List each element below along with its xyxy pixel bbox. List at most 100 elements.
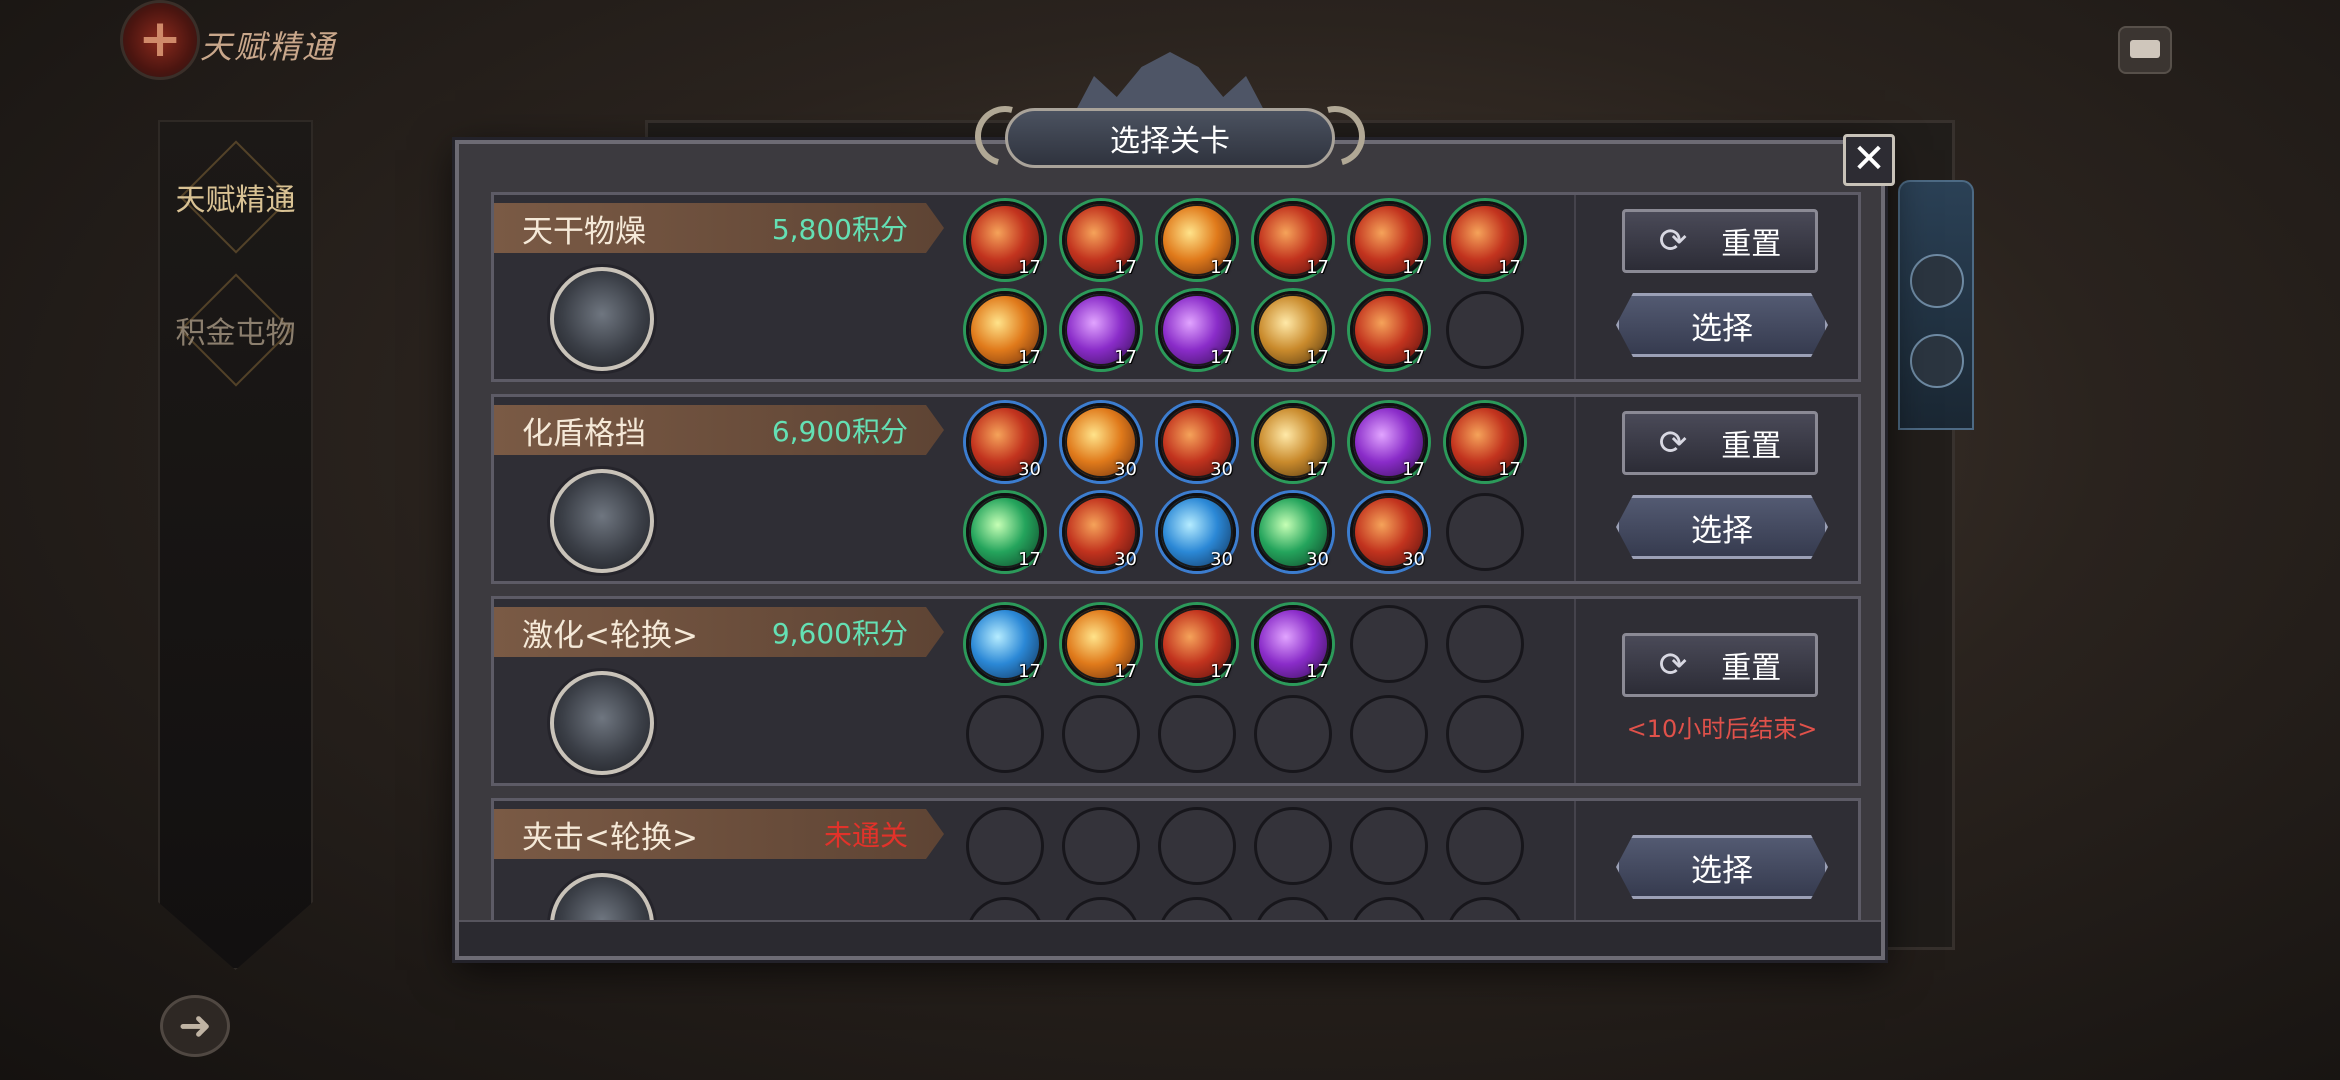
skill-level: 17 <box>1210 257 1233 278</box>
select-button[interactable]: 选择 <box>1616 835 1828 899</box>
skill-level: 17 <box>1402 347 1425 368</box>
stage-list[interactable]: 天干物燥 5,800积分 17 17 17 17 17 17 17 17 17 17 17 ⟳ 重置… <box>471 164 1871 924</box>
stage-name: 夹击<轮换> <box>522 819 698 856</box>
skill-level: 17 <box>1498 459 1521 480</box>
stage-name: 天干物燥 <box>522 213 646 250</box>
sidebar-tab-label: 天赋精通 <box>175 183 296 218</box>
stage-row: 化盾格挡 6,900积分 30 30 30 17 17 17 17 30 30 30 30 ⟳ 重置… <box>491 394 1861 584</box>
mail-icon[interactable] <box>2118 26 2172 74</box>
skill-level: 17 <box>1114 661 1137 682</box>
skill-level: 17 <box>1114 257 1137 278</box>
boss-portrait <box>550 469 654 573</box>
close-button[interactable]: ✕ <box>1843 134 1895 186</box>
skill-icon[interactable]: 17 <box>1446 403 1524 481</box>
stage-title-bar: 夹击<轮换> 未通关 <box>494 809 944 859</box>
skill-icon[interactable]: 17 <box>1158 201 1236 279</box>
empty-skill-slot <box>1446 695 1524 773</box>
skill-icon[interactable]: 30 <box>1350 493 1428 571</box>
dialog-footer <box>459 920 1881 956</box>
stage-row: 天干物燥 5,800积分 17 17 17 17 17 17 17 17 17 17 17 ⟳ 重置… <box>491 192 1861 382</box>
back-button[interactable]: ➜ <box>160 995 230 1057</box>
empty-skill-slot <box>1062 807 1140 885</box>
skill-level: 17 <box>1306 257 1329 278</box>
sidebar-tab-talent-mastery[interactable]: 天赋精通 <box>162 140 309 254</box>
close-icon: ✕ <box>1852 136 1886 182</box>
select-label: 选择 <box>1691 852 1753 889</box>
stage-score: 5,800积分 <box>771 213 908 246</box>
reset-button[interactable]: ⟳ 重置 <box>1622 633 1818 697</box>
skill-icon[interactable]: 30 <box>1062 403 1140 481</box>
dialog-title: 选择关卡 <box>1005 108 1335 168</box>
skill-grid: 17 17 17 17 <box>966 605 1546 785</box>
skill-icon[interactable]: 17 <box>966 493 1044 571</box>
boss-portrait <box>550 267 654 371</box>
sidebar-tab-hoard[interactable]: 积金屯物 <box>162 273 309 387</box>
skill-level: 30 <box>1018 459 1041 480</box>
skill-icon[interactable]: 17 <box>1062 291 1140 369</box>
refresh-icon: ⟳ <box>1658 645 1688 685</box>
skill-icon[interactable]: 30 <box>1254 493 1332 571</box>
divider <box>1574 599 1576 783</box>
ranking-icon[interactable] <box>1910 334 1964 388</box>
back-arrow-icon: ➜ <box>178 1003 212 1049</box>
skill-icon[interactable]: 17 <box>1158 605 1236 683</box>
refresh-icon: ⟳ <box>1658 423 1688 463</box>
skill-level: 17 <box>1402 257 1425 278</box>
stage-title-bar: 化盾格挡 6,900积分 <box>494 405 944 455</box>
skill-icon[interactable]: 17 <box>1158 291 1236 369</box>
empty-skill-slot <box>1446 605 1524 683</box>
skill-level: 30 <box>1210 459 1233 480</box>
dialog-title-text: 选择关卡 <box>1110 124 1230 159</box>
skill-level: 17 <box>1018 661 1041 682</box>
skill-icon[interactable]: 17 <box>1062 201 1140 279</box>
skill-level: 17 <box>1210 661 1233 682</box>
empty-skill-slot <box>1254 807 1332 885</box>
sidebar-tab-label: 积金屯物 <box>175 316 296 351</box>
stage-row: 夹击<轮换> 未通关 选择 <box>491 798 1861 924</box>
select-button[interactable]: 选择 <box>1616 293 1828 357</box>
skill-level: 17 <box>1402 459 1425 480</box>
skill-icon[interactable]: 17 <box>1062 605 1140 683</box>
select-button[interactable]: 选择 <box>1616 495 1828 559</box>
empty-skill-slot <box>1350 605 1428 683</box>
skill-icon[interactable]: 17 <box>1350 201 1428 279</box>
skill-icon[interactable]: 30 <box>1158 493 1236 571</box>
skill-icon[interactable]: 30 <box>1062 493 1140 571</box>
select-label: 选择 <box>1691 512 1753 549</box>
skill-level: 17 <box>1498 257 1521 278</box>
skill-icon[interactable]: 17 <box>1446 201 1524 279</box>
divider <box>1574 397 1576 581</box>
stage-score: 9,600积分 <box>771 617 908 650</box>
skill-icon[interactable]: 17 <box>1254 201 1332 279</box>
stage-title-bar: 天干物燥 5,800积分 <box>494 203 944 253</box>
reset-button[interactable]: ⟳ 重置 <box>1622 411 1818 475</box>
skill-icon[interactable]: 17 <box>1254 291 1332 369</box>
empty-skill-slot <box>1158 807 1236 885</box>
skill-icon[interactable]: 17 <box>966 201 1044 279</box>
skill-level: 17 <box>1306 459 1329 480</box>
empty-skill-slot <box>1446 291 1524 369</box>
skill-level: 17 <box>1018 257 1041 278</box>
empty-skill-slot <box>966 695 1044 773</box>
side-tag-panel <box>1898 180 1974 430</box>
boss-portrait <box>550 873 654 924</box>
skill-level: 30 <box>1306 549 1329 570</box>
reset-button[interactable]: ⟳ 重置 <box>1622 209 1818 273</box>
skill-icon[interactable]: 17 <box>1350 291 1428 369</box>
skill-icon[interactable]: 30 <box>966 403 1044 481</box>
skill-icon[interactable]: 17 <box>1254 403 1332 481</box>
skill-level: 17 <box>1210 347 1233 368</box>
skill-level: 17 <box>1306 347 1329 368</box>
skill-icon[interactable]: 17 <box>1254 605 1332 683</box>
stage-row: 激化<轮换> 9,600积分 17 17 17 17 ⟳ 重置 <10小时后结束> <box>491 596 1861 786</box>
skill-icon[interactable]: 17 <box>966 291 1044 369</box>
scroll-icon[interactable] <box>1910 254 1964 308</box>
skill-icon[interactable]: 30 <box>1158 403 1236 481</box>
skill-icon[interactable]: 17 <box>966 605 1044 683</box>
empty-skill-slot <box>1254 695 1332 773</box>
skill-level: 17 <box>1018 549 1041 570</box>
skill-level: 30 <box>1402 549 1425 570</box>
empty-skill-slot <box>966 807 1044 885</box>
skill-icon[interactable]: 17 <box>1350 403 1428 481</box>
reset-label: 重置 <box>1721 651 1782 686</box>
